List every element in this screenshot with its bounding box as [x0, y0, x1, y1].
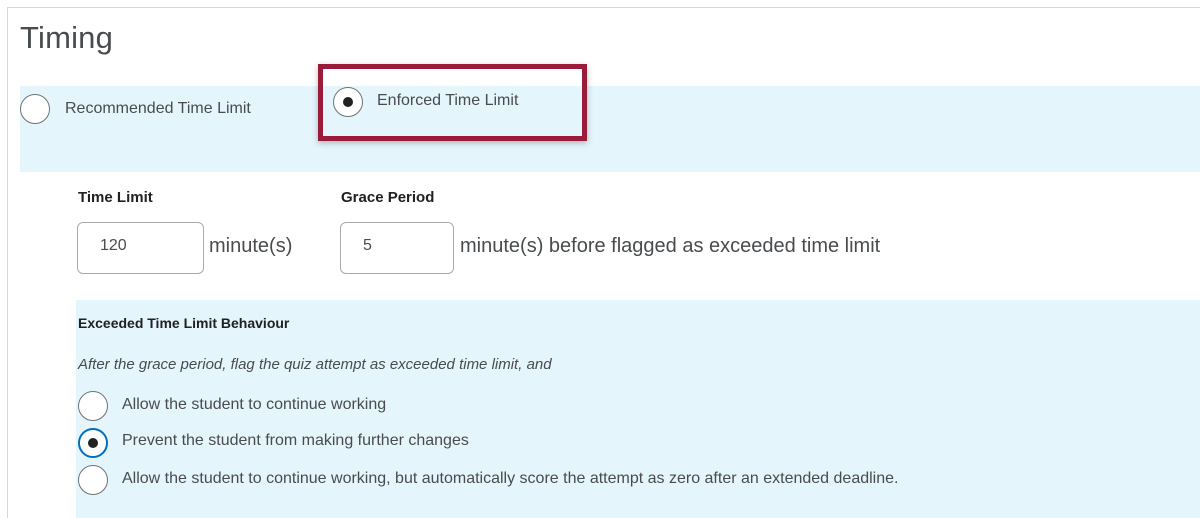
allow-continue-label[interactable]: Allow the student to continue working	[122, 396, 386, 414]
allow-continue-radio[interactable]	[78, 391, 108, 421]
prevent-changes-label[interactable]: Prevent the student from making further …	[122, 432, 469, 450]
grace-period-unit: minute(s) before flagged as exceeded tim…	[460, 235, 881, 257]
recommended-time-limit-label[interactable]: Recommended Time Limit	[65, 100, 251, 118]
time-limit-type-section	[20, 86, 1200, 172]
enforced-time-limit-highlight-box	[318, 64, 587, 141]
grace-period-input[interactable]: 5	[340, 222, 454, 274]
recommended-time-limit-radio[interactable]	[20, 94, 50, 124]
time-limit-label: Time Limit	[78, 189, 153, 206]
prevent-changes-radio[interactable]	[78, 428, 108, 458]
time-limit-input[interactable]: 120	[77, 222, 204, 274]
grace-period-label: Grace Period	[341, 189, 435, 206]
time-limit-unit: minute(s)	[209, 235, 293, 257]
auto-score-zero-radio[interactable]	[78, 465, 108, 495]
auto-score-zero-label[interactable]: Allow the student to continue working, b…	[122, 470, 898, 488]
exceeded-behaviour-description: After the grace period, flag the quiz at…	[78, 356, 552, 373]
exceeded-behaviour-title: Exceeded Time Limit Behaviour	[78, 315, 290, 331]
page-title: Timing	[20, 20, 114, 55]
